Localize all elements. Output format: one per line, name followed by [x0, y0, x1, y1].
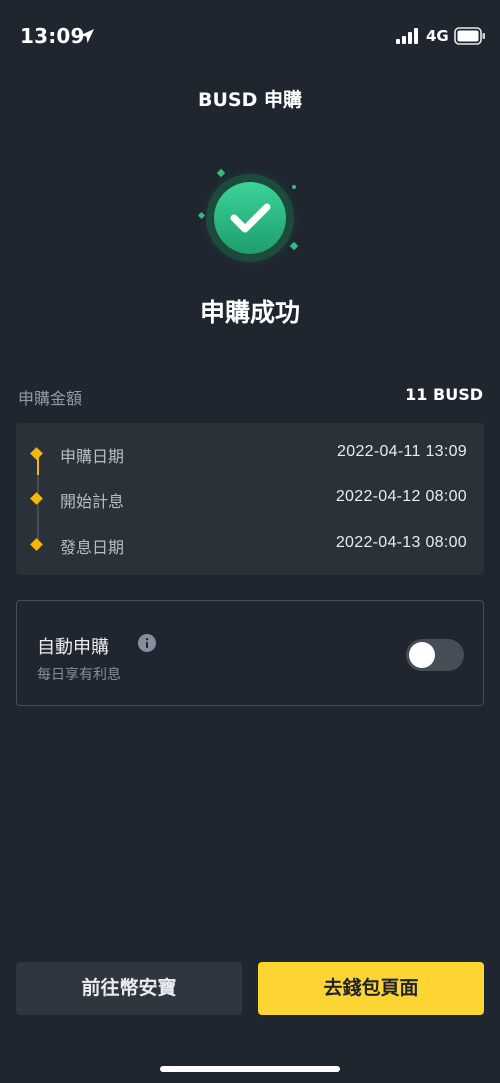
timeline-dot [30, 538, 43, 551]
home-indicator[interactable] [160, 1066, 340, 1072]
toggle-knob [409, 642, 435, 668]
status-bar: 13:09 4G [0, 0, 500, 72]
timeline-label: 發息日期 [60, 538, 125, 557]
timeline-label: 申購日期 [60, 447, 125, 466]
check-circle-icon [197, 168, 300, 268]
timeline-label: 開始計息 [60, 492, 125, 511]
battery-icon [454, 27, 485, 45]
go-to-wallet-button[interactable]: 去錢包頁面 [258, 962, 484, 1015]
timeline-date: 2022-04-12 08:00 [335, 488, 467, 505]
status-time: 13:09 [20, 24, 85, 48]
timeline-row-interest-start: 開始計息 2022-04-12 08:00 [16, 488, 484, 512]
network-type: 4G [426, 27, 449, 45]
timeline-row-subscribe: 申購日期 2022-04-11 13:09 [16, 443, 484, 467]
amount-label: 申購金額 [18, 389, 83, 408]
amount-value: 11 BUSD [405, 385, 483, 404]
auto-subscribe-card: 自動申購 每日享有利息 [16, 600, 484, 706]
timeline-date: 2022-04-13 08:00 [335, 534, 467, 551]
go-to-binance-earn-button[interactable]: 前往幣安寶 [16, 962, 242, 1015]
info-icon[interactable] [138, 634, 156, 652]
auto-subscribe-toggle[interactable] [406, 639, 464, 671]
location-arrow-icon [80, 29, 94, 43]
auto-subscribe-subtitle: 每日享有利息 [37, 667, 121, 683]
page-title: BUSD 申購 [198, 89, 302, 111]
timeline-card: 申購日期 2022-04-11 13:09 開始計息 2022-04-12 08… [16, 423, 484, 575]
timeline-date: 2022-04-11 13:09 [337, 443, 467, 460]
cellular-signal-icon [396, 28, 418, 44]
timeline-dot [30, 492, 43, 505]
success-title: 申購成功 [199, 298, 300, 327]
timeline-row-payout: 發息日期 2022-04-13 08:00 [16, 534, 484, 558]
timeline-dot [30, 447, 43, 460]
auto-subscribe-title: 自動申購 [37, 637, 109, 658]
